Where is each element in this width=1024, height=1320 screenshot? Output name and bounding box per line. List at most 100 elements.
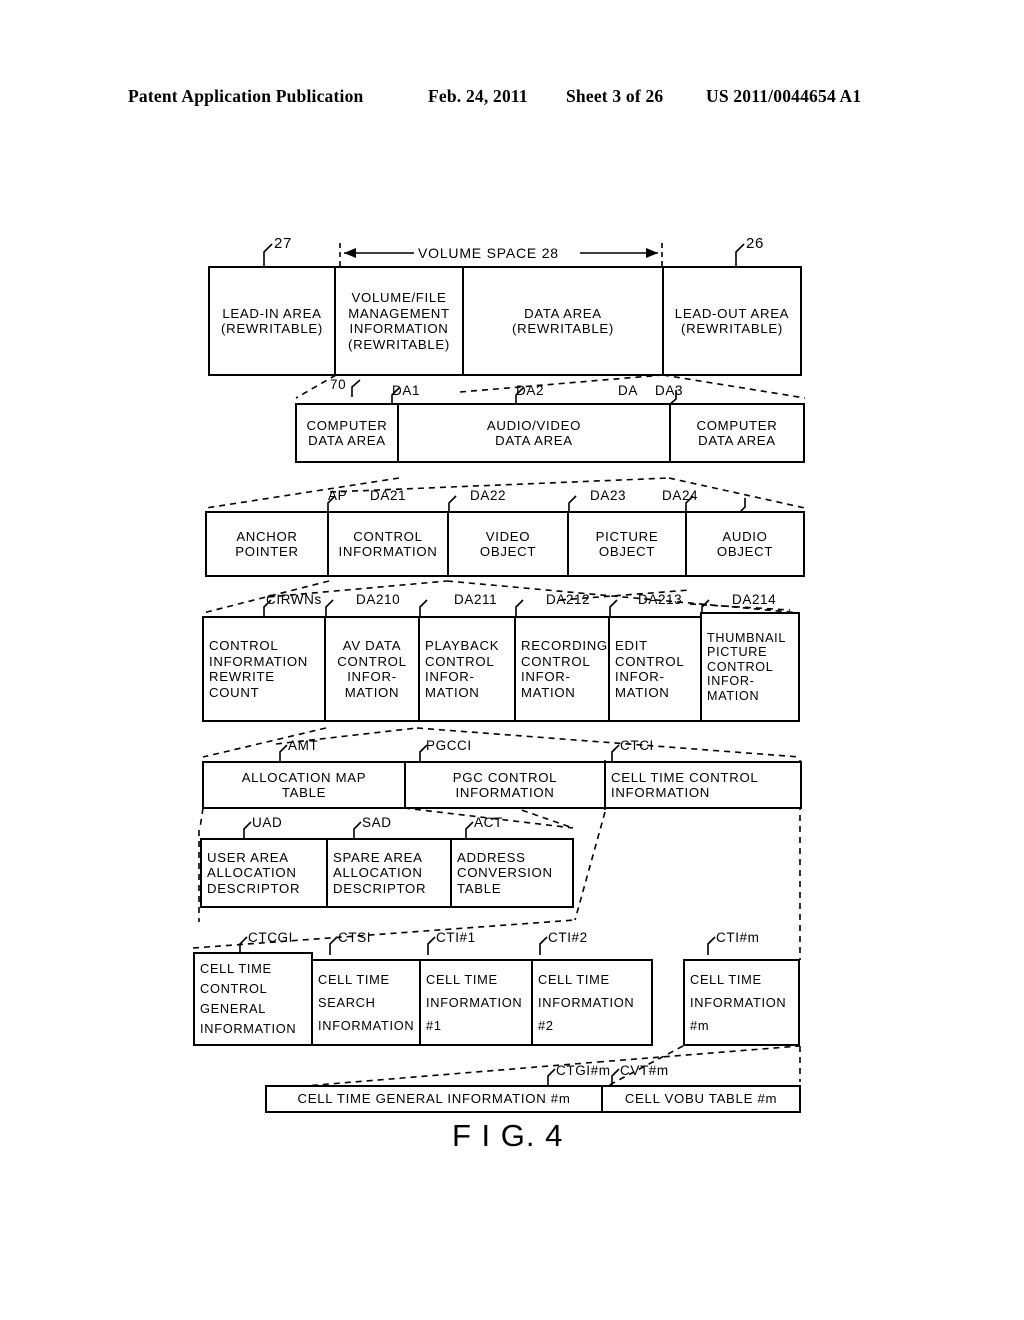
box-line: CELL TIME CONTROL (611, 769, 759, 785)
ref-26: 26 (746, 235, 764, 252)
box-line: (REWRITABLE) (512, 321, 614, 336)
ref-DA2: DA2 (516, 383, 545, 398)
box-line: DESCRIPTOR (207, 880, 301, 896)
box-cell-time-information-1: CELL TIME INFORMATION #1 (419, 959, 533, 1046)
box-line: #m (690, 1018, 710, 1033)
box-cell-time-information-2: CELL TIME INFORMATION #2 (531, 959, 653, 1046)
box-line: (REWRITABLE) (681, 321, 783, 336)
box-line: INFOR- (615, 669, 665, 684)
box-line: PGC CONTROL (452, 769, 558, 785)
box-line: MATION (344, 684, 400, 700)
box-line: SEARCH (318, 995, 376, 1010)
ref-DA210: DA210 (356, 592, 401, 607)
box-line: COMPUTER (696, 417, 778, 433)
box-line: CONTROL (615, 653, 685, 669)
box-audio-video-data-area: AUDIO/VIDEO DATA AREA (397, 403, 671, 463)
box-control-information: CONTROL INFORMATION (327, 511, 449, 577)
box-line: OBJECT (598, 544, 656, 559)
ref-DA22: DA22 (470, 488, 507, 503)
box-line: CELL TIME (538, 972, 610, 987)
box-line: COUNT (209, 684, 260, 700)
box-line: CELL TIME (200, 961, 272, 976)
ref-PGCCI: PGCCI (426, 738, 472, 753)
ref-DA21: DA21 (370, 488, 407, 503)
ref-70: 70 (330, 377, 347, 392)
ref-CIRWNs: CIRWNs (266, 592, 322, 607)
box-line: USER AREA (207, 849, 289, 865)
box-line: INFORMATION (611, 785, 711, 800)
ref-DA3: DA3 (655, 383, 684, 398)
box-line: INFOR- (521, 669, 571, 684)
ref-SAD: SAD (362, 815, 392, 830)
patent-figure-4: VOLUME SPACE 28 27 26 LEAD-IN AREA (REWR… (0, 0, 1024, 1320)
box-line: DESCRIPTOR (333, 880, 427, 896)
box-line: LEAD-IN AREA (222, 305, 322, 321)
box-line: VIDEO (485, 528, 531, 544)
box-cell-time-general-information-m: CELL TIME GENERAL INFORMATION #m (265, 1085, 603, 1113)
box-cell-time-information-m: CELL TIME INFORMATION #m (683, 959, 800, 1046)
box-line: AUDIO/VIDEO (486, 417, 582, 433)
box-line: ADDRESS (457, 849, 526, 865)
box-cell-time-control-general-information: CELL TIME CONTROL GENERAL INFORMATION (193, 952, 313, 1046)
box-line: INFORMATION (349, 321, 449, 336)
box-line: PICTURE (707, 645, 768, 660)
box-line: EDIT (615, 638, 648, 653)
box-line: CONTROL (425, 653, 495, 669)
box-line: INFORMATION (455, 785, 555, 800)
ref-DA211: DA211 (454, 592, 498, 607)
box-line: THUMBNAIL (707, 630, 787, 645)
ref-CTI-1: CTI#1 (436, 930, 476, 945)
box-line: VOLUME/FILE (351, 290, 447, 305)
box-control-information-rewrite-count: CONTROL INFORMATION REWRITE COUNT (202, 616, 326, 722)
box-cell-vobu-table-m: CELL VOBU TABLE #m (601, 1085, 801, 1113)
ref-AP: AP (328, 488, 348, 503)
ref-ACT: ACT (474, 815, 503, 830)
box-line: DATA AREA (698, 433, 776, 448)
box-line: INFOR- (707, 674, 755, 689)
box-line: PICTURE (595, 528, 659, 544)
box-spare-area-allocation-descriptor: SPARE AREA ALLOCATION DESCRIPTOR (326, 838, 452, 908)
box-line: LEAD-OUT AREA (674, 305, 790, 321)
ref-CVT-m: CVT#m (620, 1063, 669, 1078)
box-line: AUDIO (722, 528, 768, 544)
box-line: MANAGEMENT (348, 305, 450, 321)
figure-caption: F I G. 4 (452, 1118, 564, 1153)
box-cell-time-control-information: CELL TIME CONTROL INFORMATION (604, 761, 802, 809)
box-line: INFORMATION (338, 544, 438, 559)
box-line: RECORDING (521, 638, 608, 653)
box-data-area: DATA AREA (REWRITABLE) (462, 266, 664, 376)
volume-space-label: VOLUME SPACE 28 (418, 245, 559, 261)
box-address-conversion-table: ADDRESS CONVERSION TABLE (450, 838, 574, 908)
ref-CTSI: CTSI (338, 930, 372, 945)
box-av-data-control-information: AV DATA CONTROL INFOR- MATION (324, 616, 420, 722)
box-line: ALLOCATION (333, 865, 423, 881)
box-line: CELL VOBU TABLE #m (624, 1091, 778, 1107)
ref-DA214: DA214 (732, 592, 777, 607)
box-thumbnail-picture-control-information: THUMBNAIL PICTURE CONTROL INFOR- MATION (700, 612, 800, 722)
box-line: DATA AREA (524, 305, 602, 321)
box-line: (REWRITABLE) (221, 321, 323, 336)
box-line: CELL TIME (318, 972, 390, 987)
box-line: AV DATA (342, 638, 402, 653)
box-line: CONTROL (521, 653, 591, 669)
box-volume-file-management-information: VOLUME/FILE MANAGEMENT INFORMATION (REWR… (334, 266, 464, 376)
box-lead-out-area: LEAD-OUT AREA (REWRITABLE) (662, 266, 802, 376)
box-line: OBJECT (716, 544, 774, 559)
box-video-object: VIDEO OBJECT (447, 511, 569, 577)
box-line: OBJECT (479, 544, 537, 559)
box-line: CELL TIME (690, 972, 762, 987)
box-line: (REWRITABLE) (348, 336, 450, 352)
ref-CTI-m: CTI#m (716, 930, 760, 945)
box-line: CONTROL (337, 653, 407, 669)
box-line: REWRITE (209, 669, 275, 684)
box-line: SPARE AREA (333, 849, 423, 865)
box-line: INFORMATION (209, 653, 309, 669)
box-anchor-pointer: ANCHOR POINTER (205, 511, 329, 577)
box-line: INFORMATION (426, 995, 523, 1010)
box-line: CELL TIME (426, 972, 498, 987)
ref-DA24: DA24 (662, 488, 699, 503)
box-line: ANCHOR (236, 528, 298, 544)
box-allocation-map-table: ALLOCATION MAP TABLE (202, 761, 406, 809)
ref-DA: DA (618, 383, 638, 398)
box-line: DATA AREA (308, 433, 386, 448)
